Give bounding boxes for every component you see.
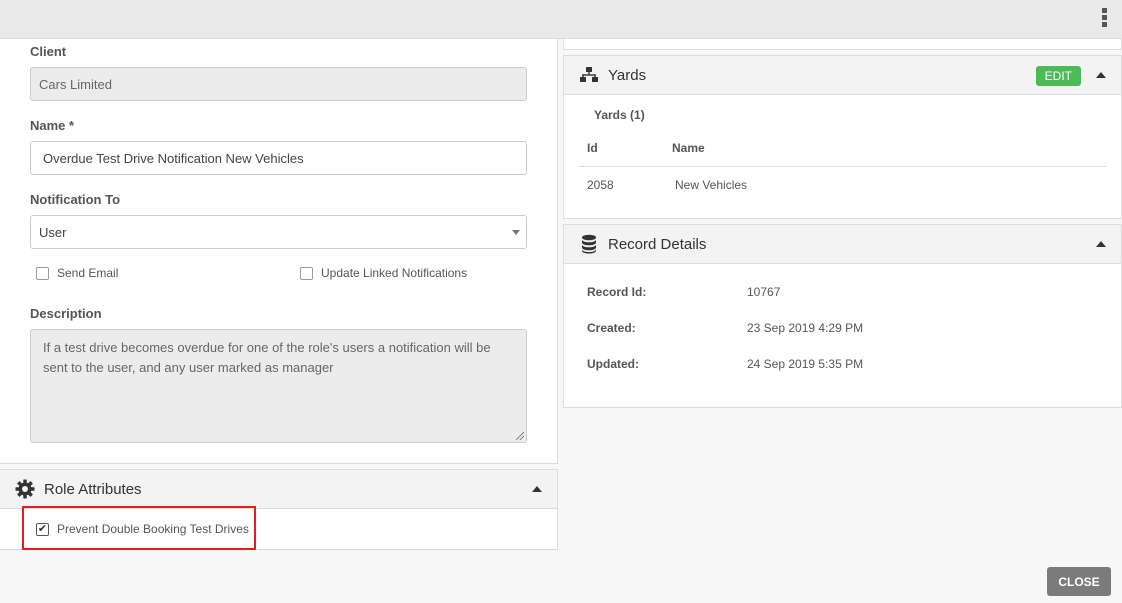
update-linked-checkbox[interactable]: [300, 266, 313, 280]
yards-header[interactable]: Yards EDIT: [564, 56, 1121, 95]
client-label: Client: [30, 44, 67, 59]
send-email-checkbox[interactable]: [36, 266, 49, 280]
record-details-panel: Record Details Record Id: 10767 Created:…: [563, 224, 1122, 408]
notification-to-select[interactable]: User: [30, 215, 527, 249]
column-header-name: Name: [672, 141, 705, 155]
client-field: [30, 67, 527, 101]
notification-to-label: Notification To: [30, 192, 121, 207]
notification-form: Client Name * Notification To User Send …: [0, 39, 558, 464]
record-details-header[interactable]: Record Details: [564, 225, 1121, 264]
yards-panel: Yards EDIT Yards (1) Id Name 2058 New Ve…: [563, 55, 1122, 219]
role-attributes-title: Role Attributes: [44, 480, 142, 498]
yards-title: Yards: [608, 66, 647, 84]
chevron-up-icon[interactable]: [532, 486, 542, 492]
chevron-up-icon[interactable]: [1096, 241, 1106, 247]
database-icon: [582, 234, 596, 254]
record-details-title: Record Details: [608, 235, 707, 253]
table-divider: [579, 166, 1106, 167]
gear-icon: [15, 479, 35, 499]
record-id-label: Record Id:: [587, 285, 647, 299]
notification-to-value: User: [39, 224, 67, 240]
updated-value: 24 Sep 2019 5:35 PM: [747, 357, 864, 371]
resize-handle-icon[interactable]: [516, 432, 524, 440]
previous-panel-bottom: [563, 39, 1122, 50]
send-email-label: Send Email: [57, 266, 119, 280]
close-button[interactable]: CLOSE: [1047, 567, 1111, 596]
created-label: Created:: [587, 321, 636, 335]
update-linked-label: Update Linked Notifications: [321, 266, 468, 280]
chevron-up-icon[interactable]: [1096, 72, 1106, 78]
name-field[interactable]: [30, 141, 527, 175]
name-label: Name *: [30, 118, 75, 133]
record-id-value: 10767: [747, 285, 781, 299]
kebab-menu-icon[interactable]: [1100, 8, 1108, 30]
role-attributes-header[interactable]: Role Attributes: [0, 470, 557, 509]
yards-subtitle: Yards (1): [594, 108, 645, 122]
created-value: 23 Sep 2019 4:29 PM: [747, 321, 864, 335]
column-header-id: Id: [587, 141, 598, 155]
yard-name-cell: New Vehicles: [675, 178, 748, 192]
highlight-annotation: [22, 506, 256, 550]
description-text: If a test drive becomes overdue for one …: [43, 340, 491, 375]
top-bar: [0, 0, 1122, 39]
send-email-option[interactable]: Send Email: [36, 266, 118, 280]
description-label: Description: [30, 306, 102, 321]
network-icon: [580, 67, 598, 82]
update-linked-option[interactable]: Update Linked Notifications: [300, 266, 467, 280]
description-field: If a test drive becomes overdue for one …: [30, 329, 527, 443]
yard-id-cell: 2058: [587, 178, 614, 192]
updated-label: Updated:: [587, 357, 639, 371]
edit-yards-button[interactable]: EDIT: [1035, 66, 1081, 86]
chevron-down-icon: [512, 230, 520, 235]
